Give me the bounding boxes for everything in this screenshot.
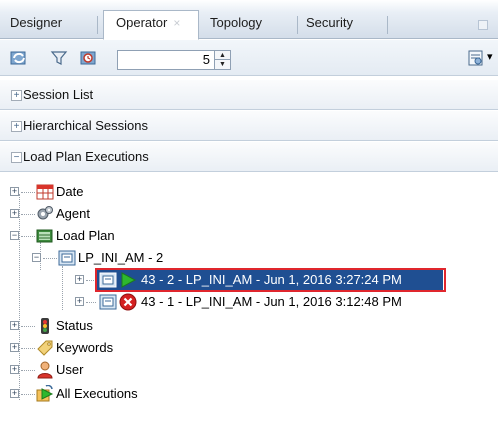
collapse-icon[interactable]: − bbox=[11, 152, 22, 163]
tree-node-user[interactable]: + User bbox=[10, 360, 210, 380]
collapse-icon[interactable]: − bbox=[32, 253, 41, 262]
tree-node-label: Date bbox=[56, 184, 84, 199]
expand-icon[interactable]: + bbox=[11, 121, 22, 132]
stepper-value: 5 bbox=[202, 52, 210, 67]
tree-guide-line bbox=[21, 236, 35, 237]
expand-icon[interactable]: + bbox=[11, 90, 22, 101]
tree-node-label: All Executions bbox=[56, 386, 138, 401]
view-options-button[interactable]: ▾ bbox=[468, 49, 496, 69]
highlight-frame bbox=[95, 268, 446, 292]
tree-guide-line bbox=[62, 266, 63, 310]
refresh-interval-stepper[interactable]: 5 ▲ ▼ bbox=[117, 50, 231, 70]
section-label: Load Plan Executions bbox=[23, 149, 149, 164]
auto-refresh-icon[interactable] bbox=[80, 49, 98, 67]
load-plan-instance-icon bbox=[58, 250, 76, 266]
tree-guide-line bbox=[43, 258, 57, 259]
expand-icon[interactable]: + bbox=[10, 321, 19, 330]
minimize-button[interactable] bbox=[478, 20, 488, 30]
expand-icon[interactable]: + bbox=[10, 343, 19, 352]
tree-node-load-plan[interactable]: − Load Plan bbox=[10, 226, 210, 246]
tab-label: Operator bbox=[116, 15, 168, 30]
tab-operator[interactable]: Operator × bbox=[103, 10, 199, 40]
load-plan-tree: + Date + Agent − Load Plan − LP_INI_AM -… bbox=[0, 172, 498, 446]
tab-topology[interactable]: Topology bbox=[210, 11, 262, 39]
tree-guide-line bbox=[21, 370, 35, 371]
tree-node-label: Load Plan bbox=[56, 228, 115, 243]
tree-node-label: User bbox=[56, 362, 84, 377]
view-options-icon bbox=[468, 50, 483, 66]
tab-label: Topology bbox=[210, 15, 263, 30]
expand-icon[interactable]: + bbox=[75, 275, 84, 284]
tab-label: Security bbox=[306, 15, 353, 30]
gears-icon bbox=[37, 206, 53, 220]
tree-node-all-executions[interactable]: + All Executions bbox=[10, 384, 210, 404]
all-executions-icon bbox=[36, 385, 54, 402]
tree-node-label: 43 - 1 - LP_INI_AM - Jun 1, 2016 3:12:48… bbox=[141, 294, 402, 309]
tree-guide-line bbox=[21, 214, 35, 215]
tab-bar: Designer Operator × Topology Security bbox=[0, 0, 498, 40]
tree-node-date[interactable]: + Date bbox=[10, 182, 210, 202]
tree-node-label: LP_INI_AM - 2 bbox=[78, 250, 164, 265]
section-label: Session List bbox=[23, 87, 94, 102]
load-plan-icon bbox=[36, 229, 53, 243]
expand-icon[interactable]: + bbox=[75, 297, 84, 306]
user-icon bbox=[37, 361, 53, 379]
tree-node-status[interactable]: + Status bbox=[10, 316, 210, 336]
tree-guide-line bbox=[21, 326, 35, 327]
stepper-buttons: ▲ ▼ bbox=[214, 51, 230, 69]
tree-guide-line bbox=[21, 348, 35, 349]
toolbar: 5 ▲ ▼ ▾ bbox=[0, 40, 498, 76]
section-label: Hierarchical Sessions bbox=[23, 118, 148, 133]
tree-guide-line bbox=[21, 394, 35, 395]
tag-icon bbox=[37, 340, 53, 356]
tab-separator bbox=[97, 16, 98, 34]
section-load-plan-executions[interactable]: − Load Plan Executions bbox=[0, 142, 498, 172]
expand-icon[interactable]: + bbox=[10, 209, 19, 218]
expand-icon[interactable]: + bbox=[10, 187, 19, 196]
tree-node-agent[interactable]: + Agent bbox=[10, 204, 210, 224]
tree-guide-line bbox=[86, 302, 96, 303]
stepper-up-button[interactable]: ▲ bbox=[215, 51, 230, 60]
error-icon bbox=[119, 293, 137, 311]
tree-node-label: Keywords bbox=[56, 340, 114, 355]
tree-guide-line bbox=[21, 192, 35, 193]
tab-label: Designer bbox=[10, 15, 63, 30]
tree-node-label: Status bbox=[56, 318, 93, 333]
tab-separator bbox=[297, 16, 298, 34]
tree-node-label: Agent bbox=[56, 206, 90, 221]
tree-node-lp-ini-am[interactable]: − LP_INI_AM - 2 bbox=[32, 248, 232, 268]
tree-node-execution-error[interactable]: + 43 - 1 - LP_INI_AM - Jun 1, 2016 3:12:… bbox=[75, 292, 455, 312]
tab-security[interactable]: Security bbox=[306, 11, 353, 39]
refresh-icon[interactable] bbox=[10, 49, 28, 67]
chevron-down-icon: ▾ bbox=[487, 51, 493, 63]
expand-icon[interactable]: + bbox=[10, 389, 19, 398]
traffic-light-icon bbox=[41, 318, 49, 334]
calendar-icon bbox=[36, 184, 54, 200]
tab-separator bbox=[387, 16, 388, 34]
tree-node-keywords[interactable]: + Keywords bbox=[10, 338, 210, 358]
section-session-list[interactable]: + Session List bbox=[0, 80, 498, 110]
collapse-icon[interactable]: − bbox=[10, 231, 19, 240]
expand-icon[interactable]: + bbox=[10, 365, 19, 374]
section-hierarchical-sessions[interactable]: + Hierarchical Sessions bbox=[0, 111, 498, 141]
close-icon[interactable]: × bbox=[173, 16, 180, 30]
load-plan-instance-icon bbox=[99, 294, 117, 310]
stepper-down-button[interactable]: ▼ bbox=[215, 60, 230, 69]
filter-icon[interactable] bbox=[50, 49, 68, 67]
tab-designer[interactable]: Designer bbox=[10, 11, 62, 39]
